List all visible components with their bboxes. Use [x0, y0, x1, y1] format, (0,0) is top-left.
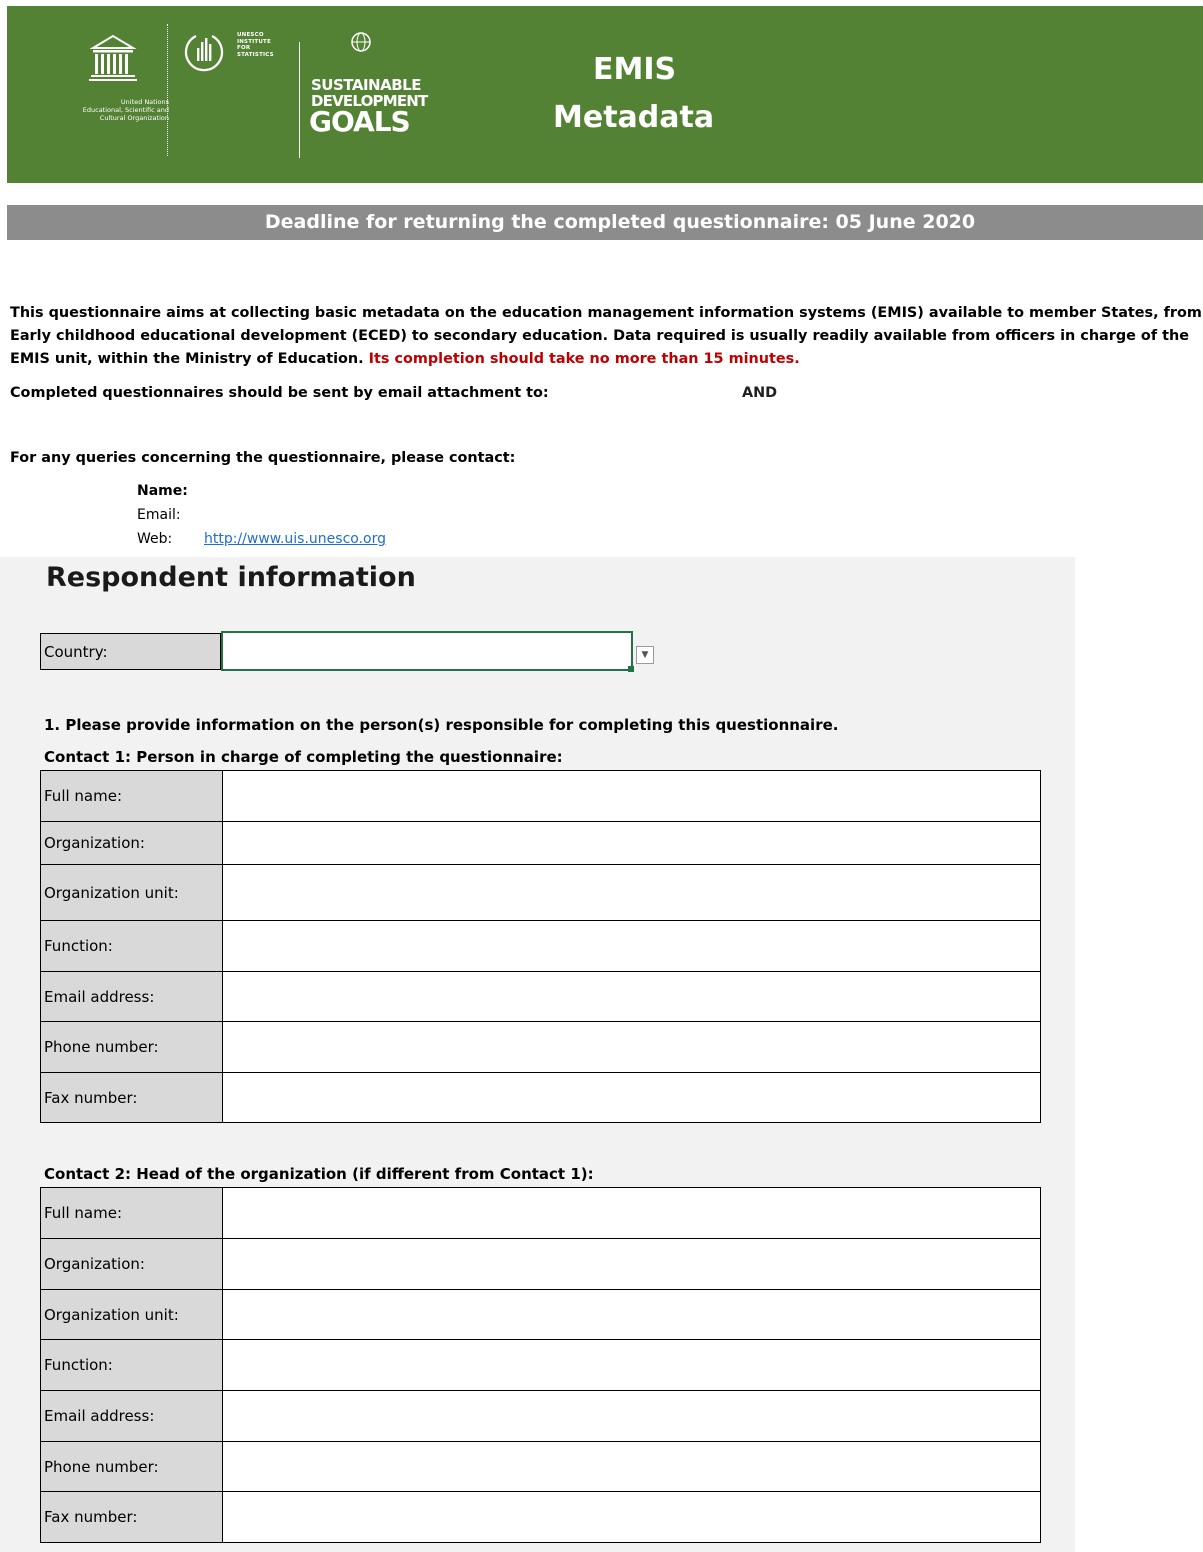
fax-number-input[interactable]	[222, 1072, 1041, 1123]
deadline-bar: Deadline for returning the completed que…	[7, 205, 1203, 240]
uis-website-link[interactable]: http://www.uis.unesco.org	[204, 531, 386, 547]
table-row: Phone number:	[40, 1021, 1041, 1073]
chevron-down-icon[interactable]: ▼	[636, 646, 654, 664]
section-title: Respondent information	[46, 562, 416, 593]
organization-unit-label: Organization unit:	[40, 1289, 223, 1340]
logo-separator	[299, 42, 300, 158]
full-name-label: Full name:	[40, 770, 223, 822]
table-row: Email address:	[40, 971, 1041, 1022]
fax-number-input[interactable]	[222, 1491, 1041, 1543]
function-input[interactable]	[222, 1339, 1041, 1391]
email-address-input[interactable]	[222, 971, 1041, 1022]
phone-number-input[interactable]	[222, 1021, 1041, 1073]
email-address-label: Email address:	[40, 971, 223, 1022]
phone-number-input[interactable]	[222, 1441, 1041, 1492]
uis-name: UNESCO INSTITUTE FOR STATISTICS	[237, 32, 274, 58]
table-row: Fax number:	[40, 1072, 1041, 1123]
page-title-line1: EMIS	[593, 52, 677, 87]
organization-input[interactable]	[222, 1238, 1041, 1290]
page-title-line2: Metadata	[553, 100, 715, 135]
table-row: Fax number:	[40, 1491, 1041, 1543]
organization-unit-input[interactable]	[222, 864, 1041, 921]
contact-name-label: Name:	[137, 483, 188, 499]
contact2-table: Full name: Organization: Organization un…	[40, 1187, 1041, 1543]
completion-time-note: Its completion should take no more than …	[368, 351, 800, 367]
fax-number-label: Fax number:	[40, 1491, 223, 1543]
table-row: Organization unit:	[40, 864, 1041, 921]
email-address-input[interactable]	[222, 1390, 1041, 1442]
table-row: Organization unit:	[40, 1289, 1041, 1340]
logo-separator	[167, 24, 168, 156]
phone-number-label: Phone number:	[40, 1021, 223, 1073]
table-row: Full name:	[40, 770, 1041, 822]
organization-label: Organization:	[40, 1238, 223, 1290]
organization-unit-input[interactable]	[222, 1289, 1041, 1340]
contact2-title: Contact 2: Head of the organization (if …	[44, 1165, 594, 1183]
phone-number-label: Phone number:	[40, 1441, 223, 1492]
unesco-logo: United Nations Educational, Scientific a…	[59, 18, 169, 158]
queries-instruction: For any queries concerning the questionn…	[10, 450, 516, 466]
function-label: Function:	[40, 920, 223, 972]
sdg-logo: SUSTAINABLE DEVELOPMENT GOALS	[305, 30, 428, 150]
email-instruction: Completed questionnaires should be sent …	[10, 385, 549, 401]
un-globe-icon	[351, 32, 371, 52]
intro-paragraph: This questionnaire aims at collecting ba…	[10, 302, 1203, 371]
contact1-table: Full name: Organization: Organization un…	[40, 770, 1041, 1123]
table-row: Organization:	[40, 821, 1041, 865]
function-input[interactable]	[222, 920, 1041, 972]
fax-number-label: Fax number:	[40, 1072, 223, 1123]
unesco-org-name: United Nations Educational, Scientific a…	[82, 98, 169, 122]
contact-web-label: Web:	[137, 531, 173, 547]
intro-line: EMIS unit, within the Ministry of Educat…	[10, 351, 800, 367]
header-banner: United Nations Educational, Scientific a…	[7, 6, 1203, 183]
table-row: Organization:	[40, 1238, 1041, 1290]
table-row: Function:	[40, 1339, 1041, 1391]
email-and: AND	[742, 385, 778, 401]
cell-fill-handle[interactable]	[628, 666, 634, 672]
unesco-temple-icon	[89, 34, 137, 81]
organization-label: Organization:	[40, 821, 223, 865]
function-label: Function:	[40, 1339, 223, 1391]
organization-unit-label: Organization unit:	[40, 864, 223, 921]
email-address-label: Email address:	[40, 1390, 223, 1442]
full-name-label: Full name:	[40, 1187, 223, 1239]
uis-circle-icon	[184, 35, 224, 72]
country-label: Country:	[40, 633, 221, 670]
table-row: Phone number:	[40, 1441, 1041, 1492]
full-name-input[interactable]	[222, 1187, 1041, 1239]
table-row: Full name:	[40, 1187, 1041, 1239]
table-row: Email address:	[40, 1390, 1041, 1442]
country-select[interactable]	[221, 631, 633, 671]
organization-input[interactable]	[222, 821, 1041, 865]
contact1-title: Contact 1: Person in charge of completin…	[44, 748, 563, 766]
table-row: Function:	[40, 920, 1041, 972]
deadline-text: Deadline for returning the completed que…	[264, 211, 976, 233]
question-1: 1. Please provide information on the per…	[44, 716, 839, 734]
contact-email-label: Email:	[137, 507, 181, 523]
uis-logo: UNESCO INSTITUTE FOR STATISTICS	[179, 28, 289, 78]
intro-line: This questionnaire aims at collecting ba…	[10, 305, 1202, 321]
full-name-input[interactable]	[222, 770, 1041, 822]
intro-line: Early childhood educational development …	[10, 328, 1189, 344]
